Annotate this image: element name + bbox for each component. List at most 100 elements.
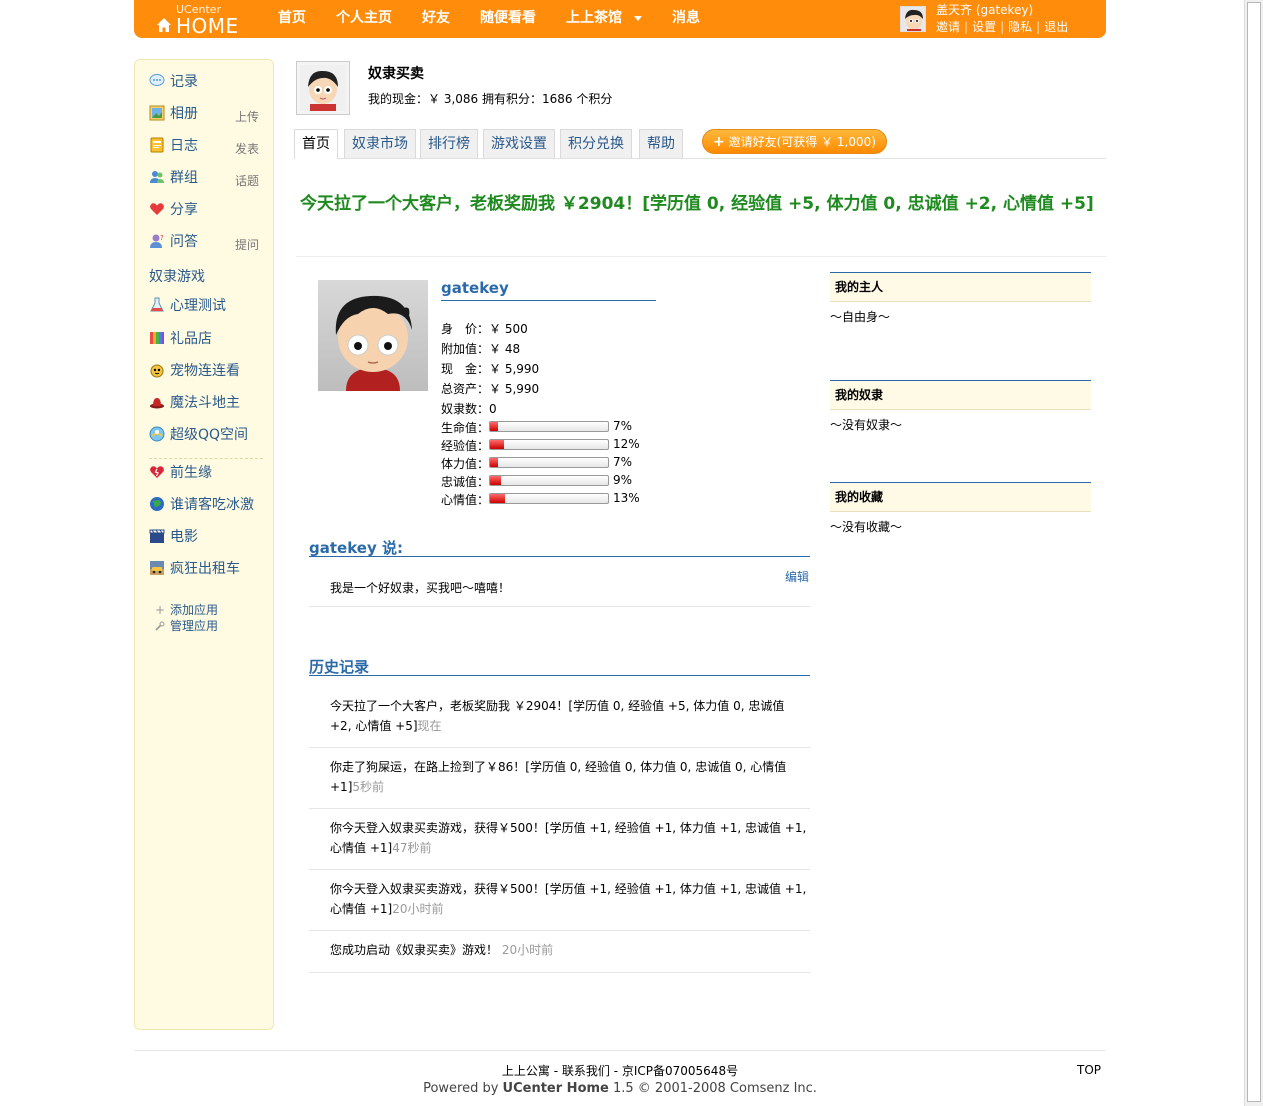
sidebar-section-title[interactable]: 奴隶游戏 bbox=[149, 266, 205, 286]
invite-friends-button[interactable]: + 邀请好友(可获得 ￥ 1,000) bbox=[702, 129, 887, 154]
svg-text:?: ? bbox=[160, 234, 164, 242]
attribute-bar bbox=[489, 493, 609, 504]
invite-button-label: 邀请好友(可获得 ￥ 1,000) bbox=[728, 135, 876, 149]
user-avatar[interactable] bbox=[900, 6, 926, 32]
flask-icon bbox=[150, 297, 164, 312]
rainbow-blocks-icon bbox=[150, 332, 164, 344]
edit-link[interactable]: 编辑 bbox=[785, 568, 809, 585]
bar-fill bbox=[490, 476, 501, 485]
sidebar-app-gift-shop[interactable]: 礼品店 bbox=[149, 328, 212, 348]
user-name-link[interactable]: 盖天齐 (gatekey) bbox=[936, 1, 1033, 18]
box-body: ～自由身～ bbox=[830, 310, 891, 324]
sidebar-item-label: 群组 bbox=[170, 170, 198, 186]
manage-app-link[interactable]: 管理应用 bbox=[155, 617, 218, 634]
sidebar-app-label: 谁请客吃冰激 bbox=[170, 497, 254, 513]
chevron-down-icon[interactable] bbox=[634, 15, 642, 21]
profile-name-link[interactable]: gatekey bbox=[441, 279, 656, 301]
logout-link[interactable]: 退出 bbox=[1044, 20, 1068, 34]
sidebar-item-blog[interactable]: 日志 bbox=[149, 135, 198, 155]
tab-points[interactable]: 积分兑换 bbox=[560, 129, 632, 158]
stat-slave-count: 奴隶数：0 bbox=[441, 400, 497, 417]
nav-teahouse-label: 上上茶馆 bbox=[566, 10, 622, 26]
taxi-icon bbox=[150, 561, 164, 575]
back-to-top-link[interactable]: TOP bbox=[1077, 1063, 1101, 1077]
nav-browse[interactable]: 随便看看 bbox=[480, 0, 536, 36]
bar-fill bbox=[490, 440, 505, 449]
history-time: 20小时前 bbox=[392, 902, 444, 916]
stat-value: ￥ 500 bbox=[489, 322, 528, 336]
scrollbar-thumb[interactable] bbox=[1247, 2, 1261, 1102]
history-time: 现在 bbox=[417, 719, 442, 733]
sidebar-item-label: 问答 bbox=[170, 234, 198, 250]
add-app-label: 添加应用 bbox=[170, 603, 219, 617]
bar-percent: 7% bbox=[613, 419, 633, 433]
history-time: 47秒前 bbox=[392, 841, 432, 855]
sidebar-app-movie[interactable]: 电影 bbox=[149, 526, 198, 546]
sidebar-item-album[interactable]: 相册 bbox=[149, 103, 198, 123]
sidebar-item-records[interactable]: 记录 bbox=[149, 71, 198, 91]
sidebar-app-pet-match[interactable]: 宠物连连看 bbox=[149, 360, 240, 380]
attribute-bar bbox=[489, 421, 609, 432]
globe-icon bbox=[150, 497, 164, 511]
my-favorites-box: 我的收藏 ～没有收藏～ bbox=[830, 482, 1091, 535]
sidebar-item-qa[interactable]: ? 问答 bbox=[149, 231, 198, 251]
sidebar-app-landlord[interactable]: 魔法斗地主 bbox=[149, 392, 240, 412]
nav-friends[interactable]: 好友 bbox=[422, 0, 450, 36]
bar-label: 体力值： bbox=[441, 457, 490, 471]
history-item: 你今天登入奴隶买卖游戏，获得￥500！[学历值 +1, 经验值 +1, 体力值 … bbox=[309, 809, 810, 870]
invite-link[interactable]: 邀请 bbox=[936, 20, 960, 34]
profile-avatar-image bbox=[318, 280, 428, 391]
footer-links[interactable]: 上上公寓 - 联系我们 - 京ICP备07005648号 bbox=[0, 1062, 1240, 1079]
history-item: 今天拉了一个大客户，老板奖励我 ￥2904！[学历值 0, 经验值 +5, 体力… bbox=[309, 687, 810, 748]
history-time: 5秒前 bbox=[352, 780, 385, 794]
blog-post-link[interactable]: 发表 bbox=[235, 140, 259, 157]
sidebar-app-psych-test[interactable]: 心理测试 bbox=[149, 295, 226, 315]
stat-price: 身 价：￥ 500 bbox=[441, 320, 528, 337]
sidebar-item-groups[interactable]: 群组 bbox=[149, 167, 198, 187]
vertical-scrollbar[interactable] bbox=[1244, 0, 1263, 1106]
nav-home[interactable]: 首页 bbox=[278, 0, 306, 36]
sidebar-item-share[interactable]: 分享 bbox=[149, 199, 198, 219]
settings-link[interactable]: 设置 bbox=[972, 20, 996, 34]
bar-percent: 12% bbox=[613, 437, 640, 451]
link-separator: | bbox=[1000, 20, 1005, 34]
nav-teahouse[interactable]: 上上茶馆 bbox=[566, 0, 642, 36]
sidebar-app-taxi[interactable]: 疯狂出租车 bbox=[149, 558, 240, 578]
my-master-box: 我的主人 ～自由身～ bbox=[830, 272, 1091, 325]
tab-help[interactable]: 帮助 bbox=[639, 129, 683, 158]
history-text: 您成功启动《奴隶买卖》游戏！ bbox=[330, 943, 499, 957]
box-title: 我的主人 bbox=[830, 272, 1091, 302]
sidebar-item-label: 记录 bbox=[170, 74, 198, 90]
groups-topic-link[interactable]: 话题 bbox=[235, 172, 259, 189]
qa-ask-link[interactable]: 提问 bbox=[235, 236, 259, 253]
box-title: 我的收藏 bbox=[830, 482, 1091, 512]
tab-settings[interactable]: 游戏设置 bbox=[483, 129, 555, 158]
link-separator: | bbox=[1036, 20, 1041, 34]
sidebar-app-qq-space[interactable]: 超级QQ空间 bbox=[149, 424, 248, 444]
broken-heart-icon bbox=[150, 466, 164, 478]
tab-home[interactable]: 首页 bbox=[294, 129, 338, 159]
qq-space-icon bbox=[149, 426, 165, 442]
box-body: ～没有奴隶～ bbox=[830, 418, 903, 432]
sidebar-app-label: 魔法斗地主 bbox=[170, 395, 240, 411]
plus-icon: + bbox=[713, 134, 725, 150]
privacy-link[interactable]: 隐私 bbox=[1008, 20, 1032, 34]
attribute-bar bbox=[489, 475, 609, 486]
stat-total-assets: 总资产：￥ 5,990 bbox=[441, 380, 539, 397]
add-app-link[interactable]: + 添加应用 bbox=[155, 601, 218, 618]
says-text: 我是一个好奴隶，买我吧～嘻嘻！ bbox=[330, 581, 511, 595]
clapperboard-icon bbox=[149, 529, 165, 543]
history-time: 20小时前 bbox=[501, 943, 554, 957]
tab-market[interactable]: 奴隶市场 bbox=[344, 129, 416, 158]
history-item: 你走了狗屎运，在路上捡到了￥86！[学历值 0, 经验值 0, 体力值 0, 忠… bbox=[309, 748, 810, 809]
profile-avatar[interactable] bbox=[318, 280, 428, 391]
bar-fill bbox=[490, 494, 506, 503]
slave-avatar-icon bbox=[300, 65, 346, 111]
nav-profile[interactable]: 个人主页 bbox=[336, 0, 392, 36]
tab-ranking[interactable]: 排行榜 bbox=[420, 129, 478, 158]
sidebar-app-ice-cream[interactable]: 谁请客吃冰激 bbox=[149, 494, 254, 514]
nav-messages[interactable]: 消息 bbox=[672, 0, 700, 36]
album-upload-link[interactable]: 上传 bbox=[235, 108, 259, 125]
sidebar-app-past-life[interactable]: 前生缘 bbox=[149, 462, 212, 482]
powered-brand[interactable]: UCenter Home bbox=[503, 1081, 609, 1096]
